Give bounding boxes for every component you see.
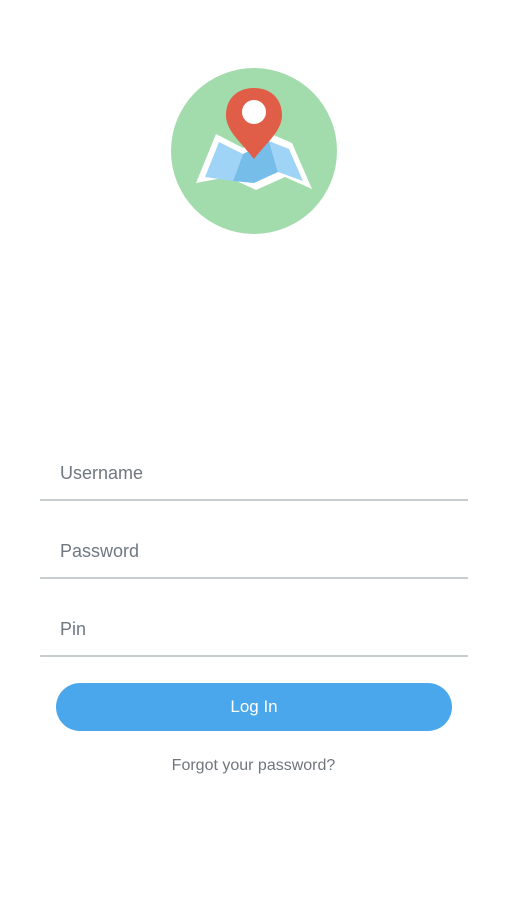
password-field xyxy=(40,525,468,579)
pin-hole xyxy=(242,100,266,124)
username-input[interactable] xyxy=(60,447,460,499)
password-input[interactable] xyxy=(60,525,460,577)
pin-field xyxy=(40,603,468,657)
pin-input[interactable] xyxy=(60,603,460,655)
login-button[interactable]: Log In xyxy=(56,683,452,731)
app-logo-svg xyxy=(171,68,337,234)
forgot-password-link[interactable]: Forgot your password? xyxy=(0,757,507,775)
username-field xyxy=(40,447,468,501)
login-screen: Log In Forgot your password? xyxy=(0,0,507,900)
map-location-pin-icon xyxy=(171,68,337,234)
